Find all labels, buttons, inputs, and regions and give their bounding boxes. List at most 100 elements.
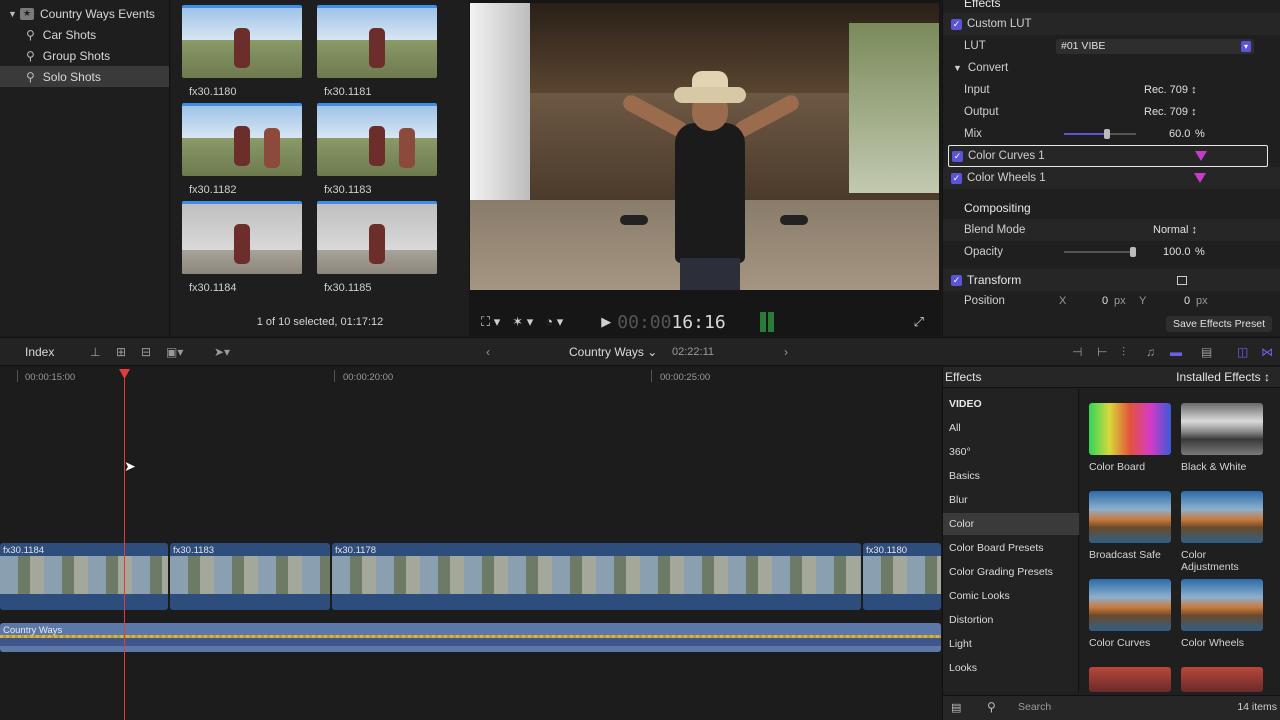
- audio-skimming-icon[interactable]: ⊢: [1097, 345, 1107, 359]
- effect-thumbnail[interactable]: [1089, 667, 1171, 692]
- blend-mode-select[interactable]: Normal ↕: [1153, 224, 1197, 236]
- clip-thumbnail[interactable]: [317, 103, 437, 176]
- effect-item[interactable]: Color Adjustments: [1181, 491, 1263, 573]
- category-item[interactable]: Color: [943, 513, 1079, 535]
- clip-thumbnail[interactable]: [182, 103, 302, 176]
- viewer-frame[interactable]: [470, 3, 939, 290]
- category-item[interactable]: Distortion: [943, 609, 1079, 631]
- snapping-icon[interactable]: ▬: [1170, 345, 1182, 359]
- position-x-value[interactable]: 0: [1102, 295, 1108, 307]
- effects-browser-toggle-icon[interactable]: ◫: [1237, 345, 1248, 359]
- browser-clip[interactable]: fx30.1183: [317, 103, 437, 196]
- effect-item[interactable]: Color Wheels: [1181, 579, 1263, 649]
- effect-thumbnail[interactable]: [1181, 491, 1263, 543]
- timeline-clip[interactable]: fx30.1178: [332, 543, 861, 610]
- mix-slider[interactable]: [1064, 129, 1136, 139]
- opacity-slider-knob[interactable]: [1130, 247, 1136, 257]
- opacity-value[interactable]: 100.0: [1163, 246, 1191, 258]
- browser-clip[interactable]: fx30.1184: [182, 201, 302, 294]
- effect-item[interactable]: Broadcast Safe: [1089, 491, 1171, 561]
- timeline-clip[interactable]: fx30.1183: [170, 543, 330, 610]
- color-palette-icon[interactable]: [1195, 151, 1207, 161]
- transitions-browser-toggle-icon[interactable]: ⋈: [1261, 345, 1273, 359]
- category-item[interactable]: Basics: [943, 465, 1079, 487]
- transform-icon[interactable]: ⛶ ▾: [481, 314, 500, 330]
- overwrite-clip-icon[interactable]: ▣▾: [166, 345, 183, 359]
- color-curves-row[interactable]: ✓ Color Curves 1: [948, 145, 1268, 167]
- mix-value[interactable]: 60.0: [1169, 128, 1190, 140]
- opacity-slider[interactable]: [1064, 247, 1136, 257]
- audio-clip[interactable]: Country Ways: [0, 623, 941, 652]
- effect-item[interactable]: Black & White: [1181, 403, 1263, 473]
- fullscreen-icon[interactable]: ⤢: [914, 314, 924, 330]
- sidebar-toggle-icon[interactable]: ▤: [951, 701, 961, 714]
- forward-arrow-icon[interactable]: ›: [784, 345, 788, 359]
- index-button[interactable]: Index: [25, 345, 54, 359]
- save-effects-preset-button[interactable]: Save Effects Preset: [1166, 316, 1272, 332]
- append-clip-icon[interactable]: ⊟: [141, 345, 151, 359]
- category-item[interactable]: Looks: [943, 657, 1079, 679]
- browser-clip[interactable]: fx30.1181: [317, 5, 437, 98]
- effect-item[interactable]: Color Board: [1089, 403, 1171, 473]
- effect-item[interactable]: Color Curves: [1089, 579, 1171, 649]
- event-row[interactable]: ▼ ★ Country Ways Events: [0, 3, 169, 24]
- input-colorspace-select[interactable]: Rec. 709 ↕: [1144, 84, 1197, 96]
- clip-appearance-icon[interactable]: ▤: [1201, 345, 1212, 359]
- timeline[interactable]: 00:00:15:00 00:00:20:00 00:00:25:00 fx30…: [0, 367, 941, 720]
- insert-clip-icon[interactable]: ⊞: [116, 345, 126, 359]
- color-palette-icon[interactable]: [1194, 173, 1206, 183]
- category-item[interactable]: Blur: [943, 489, 1079, 511]
- enable-checkbox[interactable]: ✓: [951, 172, 962, 184]
- category-item[interactable]: 360°: [943, 441, 1079, 463]
- category-item[interactable]: Color Grading Presets: [943, 561, 1079, 583]
- browser-clip[interactable]: fx30.1180: [182, 5, 302, 98]
- speed-icon[interactable]: ◔ ▾: [545, 314, 563, 330]
- custom-lut-row[interactable]: ✓ Custom LUT: [943, 13, 1280, 35]
- installed-effects-select[interactable]: Installed Effects ↕: [1176, 370, 1270, 384]
- enable-checkbox[interactable]: ✓: [951, 274, 962, 286]
- playhead[interactable]: [124, 371, 125, 720]
- enhance-wand-icon[interactable]: ✶ ▾: [512, 314, 533, 330]
- position-y-value[interactable]: 0: [1184, 295, 1190, 307]
- keyword-group-shots[interactable]: ⚲ Group Shots: [0, 45, 169, 66]
- effects-search-input[interactable]: Search: [1018, 701, 1051, 713]
- effect-thumbnail[interactable]: [1181, 579, 1263, 631]
- disclosure-triangle-icon[interactable]: ▼: [953, 63, 962, 73]
- select-tool-icon[interactable]: ➤▾: [214, 345, 230, 359]
- clip-thumbnail[interactable]: [317, 201, 437, 274]
- clip-thumbnail[interactable]: [182, 5, 302, 78]
- category-item[interactable]: Color Board Presets: [943, 537, 1079, 559]
- project-name[interactable]: Country Ways ⌄: [569, 345, 657, 359]
- enable-checkbox[interactable]: ✓: [952, 150, 963, 162]
- headphones-icon[interactable]: ♫: [1146, 345, 1155, 359]
- timeline-clip[interactable]: fx30.1184: [0, 543, 168, 610]
- keyword-solo-shots[interactable]: ⚲ Solo Shots: [0, 66, 169, 87]
- skimming-icon[interactable]: ⊣: [1072, 345, 1082, 359]
- category-item[interactable]: All: [943, 417, 1079, 439]
- color-wheels-row[interactable]: ✓ Color Wheels 1: [943, 167, 1280, 189]
- convert-row[interactable]: ▼ Convert: [943, 57, 1280, 79]
- solo-icon[interactable]: ⫶: [1122, 345, 1125, 360]
- play-button[interactable]: ▶: [601, 314, 611, 330]
- timeline-clip[interactable]: fx30.1180: [863, 543, 941, 610]
- browser-clip[interactable]: fx30.1185: [317, 201, 437, 294]
- keyword-car-shots[interactable]: ⚲ Car Shots: [0, 24, 169, 45]
- category-item[interactable]: Comic Looks: [943, 585, 1079, 607]
- enable-checkbox[interactable]: ✓: [951, 18, 962, 30]
- effect-thumbnail[interactable]: [1181, 403, 1263, 455]
- clip-thumbnail[interactable]: [182, 201, 302, 274]
- effect-thumbnail[interactable]: [1089, 579, 1171, 631]
- onscreen-control-icon[interactable]: [1177, 275, 1187, 285]
- transform-row[interactable]: ✓ Transform: [943, 269, 1280, 291]
- lut-dropdown[interactable]: #01 VIBE ▾: [1056, 38, 1254, 54]
- back-arrow-icon[interactable]: ‹: [486, 345, 490, 359]
- connect-clip-icon[interactable]: ⊥: [90, 345, 100, 359]
- output-colorspace-select[interactable]: Rec. 709 ↕: [1144, 106, 1197, 118]
- disclosure-triangle-icon[interactable]: ▼: [8, 9, 18, 19]
- clip-thumbnail[interactable]: [317, 5, 437, 78]
- mix-slider-knob[interactable]: [1104, 129, 1111, 139]
- browser-clip[interactable]: fx30.1182: [182, 103, 302, 196]
- effect-thumbnail[interactable]: [1089, 491, 1171, 543]
- effect-thumbnail[interactable]: [1089, 403, 1171, 455]
- playhead-handle[interactable]: [119, 369, 130, 379]
